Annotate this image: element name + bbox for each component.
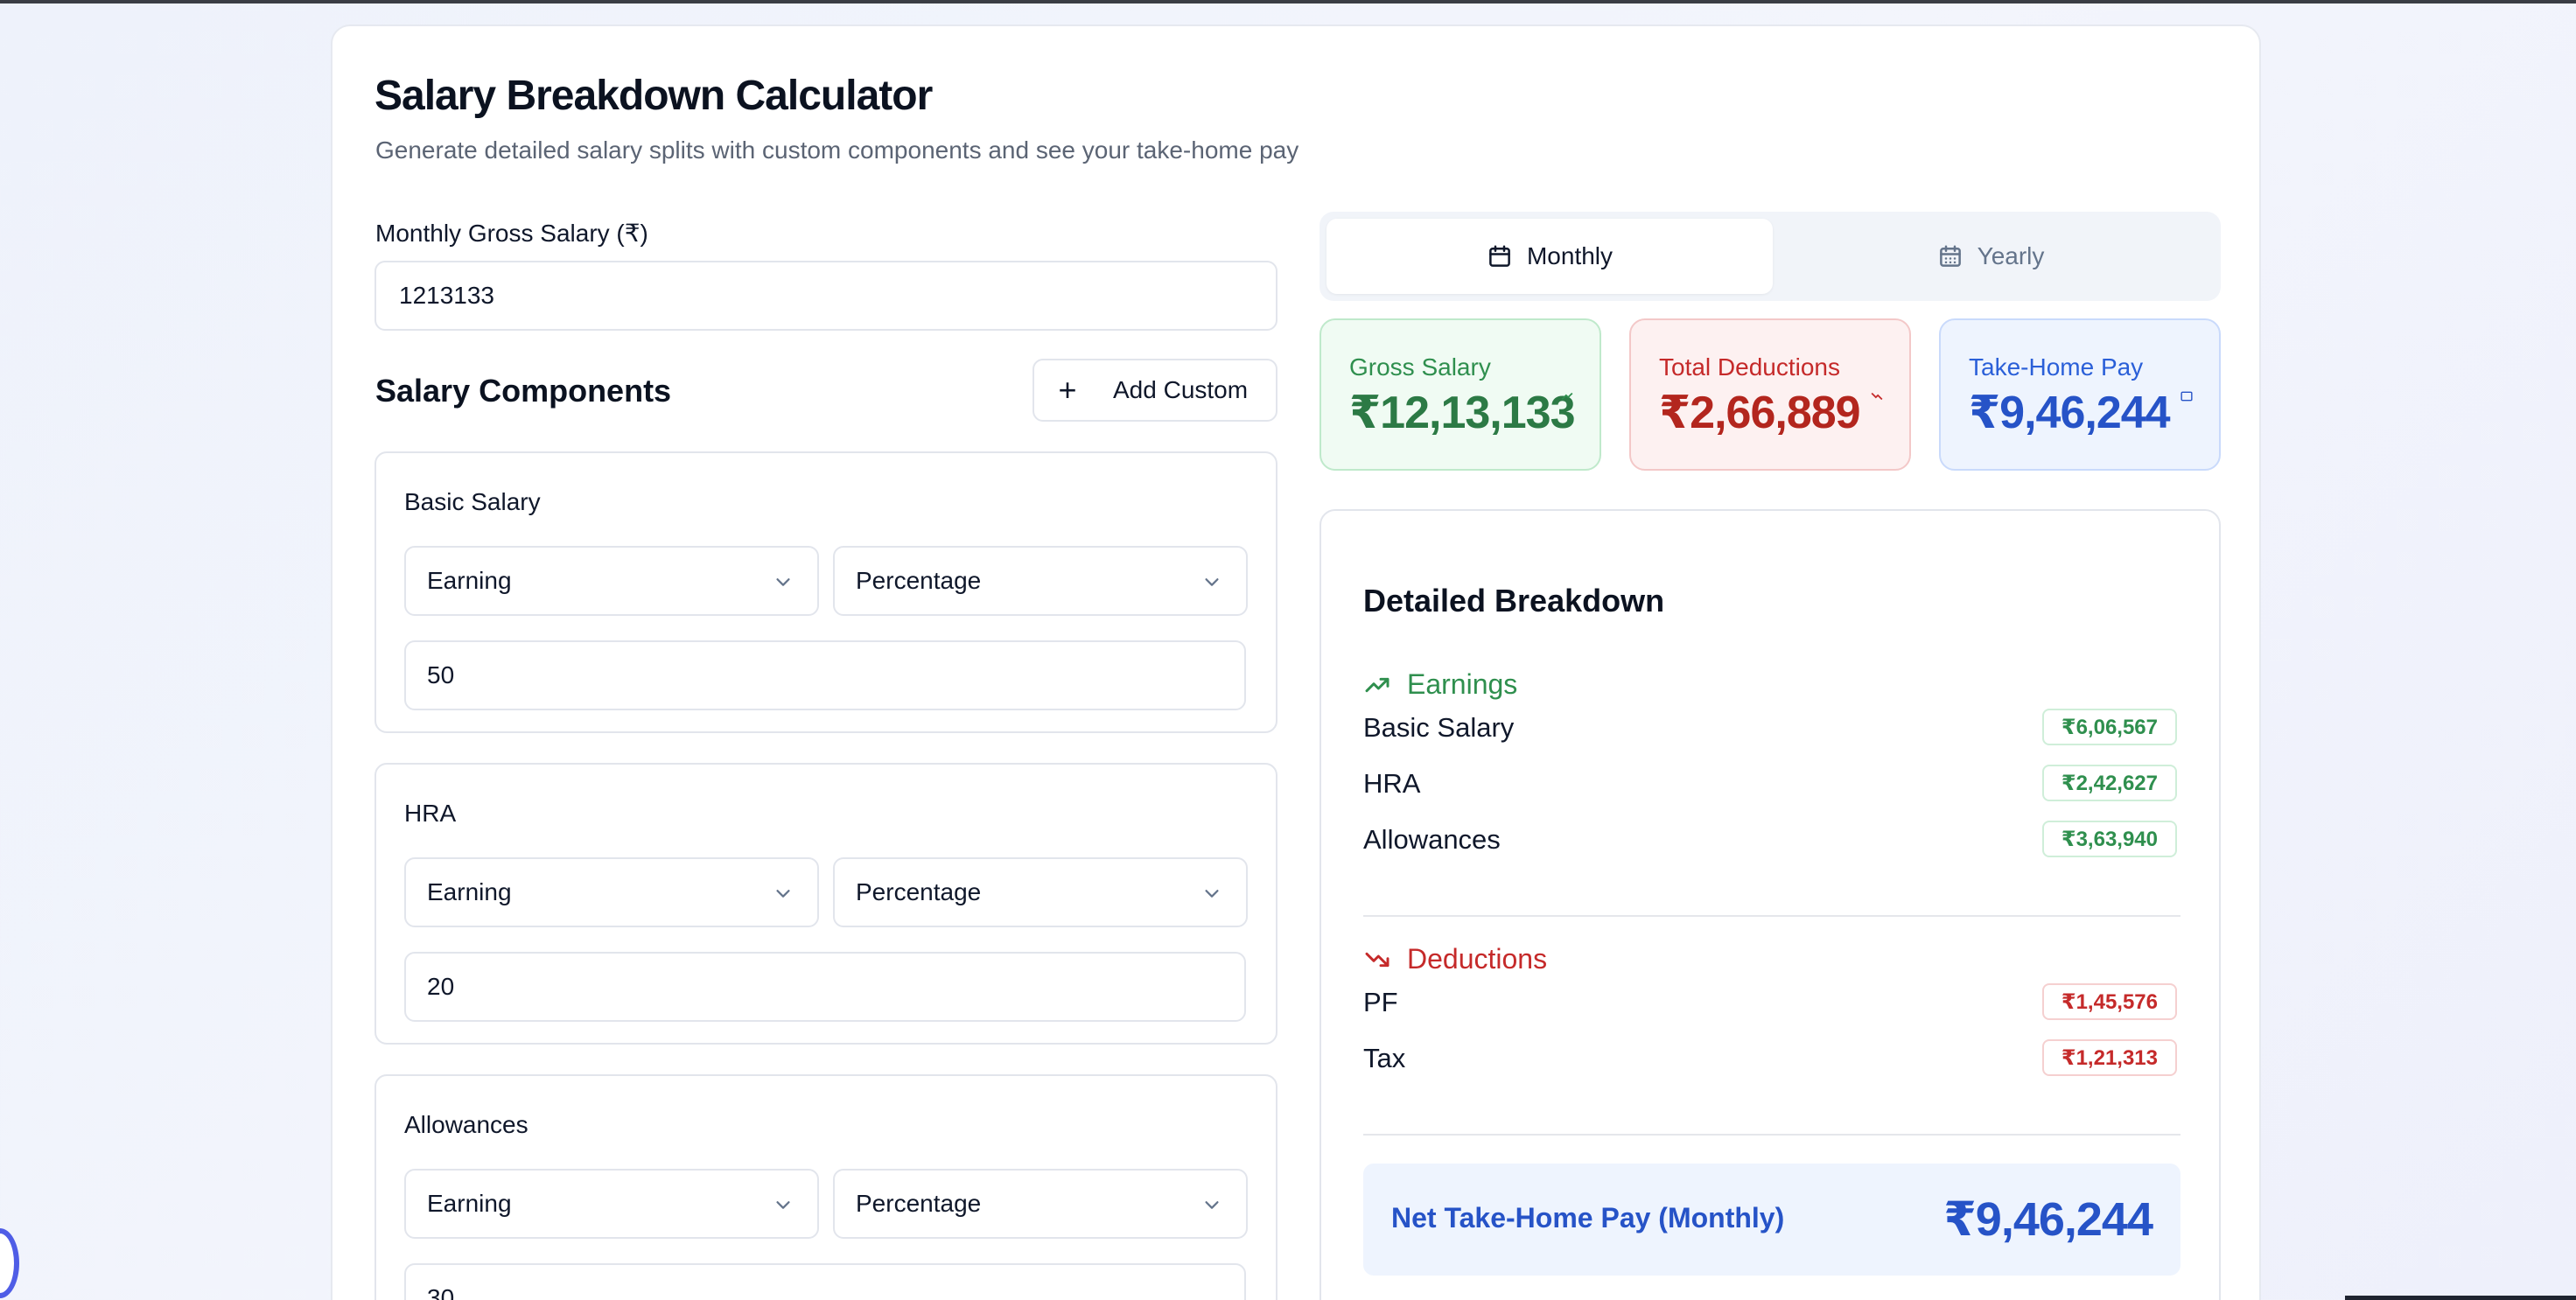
deduction-row-label: PF <box>1363 987 1398 1017</box>
take-home-stat-value: ₹9,46,244 <box>1969 388 2171 438</box>
component-card: Basic Salary Earning Percentage 50 <box>374 451 1278 733</box>
tab-yearly-label: Yearly <box>1977 242 2045 269</box>
deductions-header: Deductions <box>1363 943 1547 975</box>
salary-components-title: Salary Components <box>375 373 672 409</box>
component-type-select[interactable]: Earning <box>404 546 819 616</box>
tab-monthly-label: Monthly <box>1526 242 1614 269</box>
chevron-down-icon <box>776 578 790 586</box>
component-mode-select[interactable]: Percentage <box>833 857 1248 927</box>
detailed-breakdown-panel: Detailed Breakdown Earnings Basic Salary… <box>1320 509 2221 1300</box>
trending-up-icon <box>1365 677 1390 692</box>
taskbar-edge <box>2345 1296 2576 1300</box>
take-home-stat: Take-Home Pay ₹9,46,244 <box>1939 318 2221 471</box>
net-take-home-value: ₹9,46,244 <box>1943 1193 2153 1246</box>
earning-row-label: Allowances <box>1363 824 1501 855</box>
deduction-row-value: ₹1,45,576 <box>2041 983 2177 1020</box>
component-card: HRA Earning Percentage 20 <box>374 763 1278 1045</box>
total-deductions-stat-value: ₹2,66,889 <box>1659 388 1861 438</box>
deduction-row-label: Tax <box>1363 1043 1406 1073</box>
component-name: Allowances <box>404 1111 528 1138</box>
component-mode-value: Percentage <box>856 1190 982 1217</box>
calculator-card: Salary Breakdown Calculator Generate det… <box>331 24 2261 1300</box>
tab-monthly[interactable]: Monthly <box>1326 219 1773 294</box>
component-value-input[interactable]: 50 <box>404 640 1246 710</box>
chevron-down-icon <box>1205 1201 1219 1209</box>
earning-row-label: HRA <box>1363 768 1421 799</box>
earning-row-value: ₹3,63,940 <box>2041 821 2177 857</box>
earning-row-value: ₹2,42,627 <box>2041 765 2177 801</box>
calendar-days-icon <box>1939 245 1961 267</box>
earning-row-label: Basic Salary <box>1363 712 1515 743</box>
gross-salary-stat-value: ₹12,13,133 <box>1349 388 1576 438</box>
gross-salary-stat: Gross Salary ₹12,13,133 <box>1320 318 1601 471</box>
gross-salary-stat-label: Gross Salary <box>1349 353 1491 381</box>
section-divider <box>1363 1134 2180 1136</box>
component-type-select[interactable]: Earning <box>404 857 819 927</box>
component-mode-select[interactable]: Percentage <box>833 1169 1248 1239</box>
component-mode-select[interactable]: Percentage <box>833 546 1248 616</box>
component-type-value: Earning <box>427 567 512 594</box>
page-subtitle: Generate detailed salary splits with cus… <box>375 136 1299 164</box>
total-deductions-stat: Total Deductions ₹2,66,889 <box>1629 318 1911 471</box>
component-value: 50 <box>427 661 455 688</box>
component-type-value: Earning <box>427 878 512 905</box>
chevron-down-icon <box>1205 890 1219 898</box>
add-custom-label: Add Custom <box>1113 376 1249 403</box>
deduction-row-value: ₹1,21,313 <box>2041 1039 2177 1076</box>
component-mode-value: Percentage <box>856 567 982 594</box>
wallet-icon <box>2180 391 2193 402</box>
plus-icon: + <box>1058 372 1077 408</box>
trend-down-icon <box>1871 392 1883 401</box>
gross-salary-value: 1213133 <box>399 282 495 309</box>
component-value-input[interactable]: 20 <box>404 952 1246 1022</box>
tab-yearly[interactable]: Yearly <box>1768 219 2214 294</box>
total-deductions-stat-label: Total Deductions <box>1659 353 1841 381</box>
component-value: 30 <box>427 1284 455 1300</box>
deductions-label: Deductions <box>1407 943 1548 975</box>
net-take-home-box: Net Take-Home Pay (Monthly) ₹9,46,244 <box>1363 1164 2180 1276</box>
component-name: HRA <box>404 800 457 827</box>
component-value: 20 <box>427 973 455 1000</box>
component-value-input[interactable]: 30 <box>404 1263 1246 1300</box>
period-toggle: Monthly Yearly <box>1320 212 2221 301</box>
add-custom-button[interactable]: + Add Custom <box>1032 359 1278 422</box>
trending-down-icon <box>1365 952 1390 967</box>
gross-salary-label: Monthly Gross Salary (₹) <box>375 220 648 247</box>
earnings-label: Earnings <box>1407 668 1518 700</box>
gross-salary-input[interactable]: 1213133 <box>374 261 1278 331</box>
component-type-value: Earning <box>427 1190 512 1217</box>
floating-assistant-button[interactable] <box>0 1228 19 1298</box>
earning-row-value: ₹6,06,567 <box>2041 709 2177 745</box>
trend-up-icon <box>1561 392 1573 401</box>
section-divider <box>1363 915 2180 917</box>
take-home-stat-label: Take-Home Pay <box>1969 353 2144 381</box>
earnings-header: Earnings <box>1363 668 1517 701</box>
window-top-border <box>0 0 2576 3</box>
page-title: Salary Breakdown Calculator <box>374 73 933 119</box>
chevron-down-icon <box>776 890 790 898</box>
breakdown-title: Detailed Breakdown <box>1363 583 1665 619</box>
net-take-home-label: Net Take-Home Pay (Monthly) <box>1391 1202 1785 1234</box>
component-mode-value: Percentage <box>856 878 982 905</box>
component-name: Basic Salary <box>404 488 541 515</box>
component-card: Allowances Earning Percentage 30 <box>374 1074 1278 1300</box>
component-type-select[interactable]: Earning <box>404 1169 819 1239</box>
chevron-down-icon <box>776 1201 790 1209</box>
calendar-icon <box>1489 245 1510 267</box>
chevron-down-icon <box>1205 578 1219 586</box>
